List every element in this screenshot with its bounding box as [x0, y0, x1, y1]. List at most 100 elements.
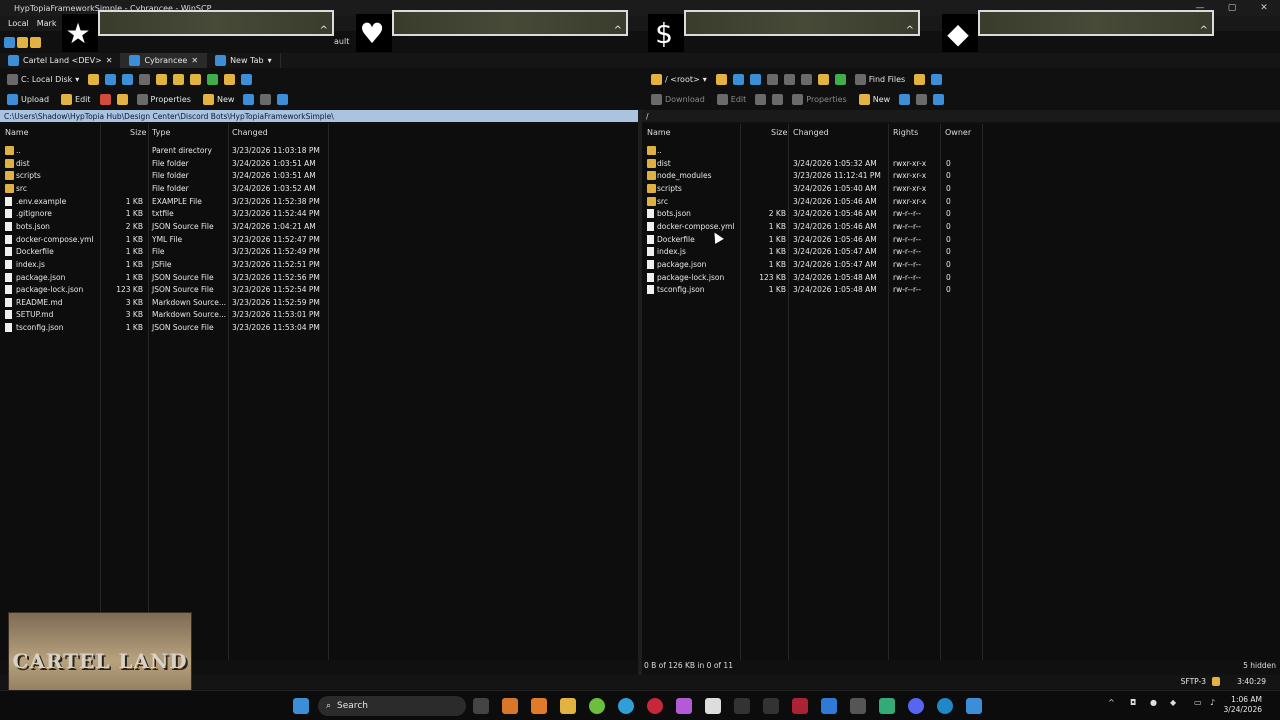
forward-icon[interactable]: [766, 74, 778, 85]
left-file-row[interactable]: .gitignore 1 KB txtfile 3/23/2026 11:52:44 …: [0, 208, 638, 221]
find-icon[interactable]: [224, 74, 236, 85]
parent-dir-icon[interactable]: [783, 74, 795, 85]
local-drive-select[interactable]: C: Local Disk ▾: [4, 73, 82, 86]
col-changed[interactable]: Changed: [232, 128, 268, 137]
refresh-icon[interactable]: [207, 74, 219, 85]
close-icon[interactable]: ✕: [191, 56, 198, 65]
left-file-row[interactable]: README.md 3 KB Markdown Source... 3/23/2026…: [0, 297, 638, 310]
unselect-icon[interactable]: [260, 94, 272, 105]
left-file-row[interactable]: scripts File folder 3/24/2026 1:03:51 AM: [0, 170, 638, 183]
delete-icon[interactable]: [755, 94, 767, 105]
col-owner[interactable]: Owner: [945, 128, 971, 137]
app-icon-3[interactable]: [676, 698, 692, 714]
right-file-row[interactable]: src 3/24/2026 1:05:46 AM rwxr-xr-x 0: [642, 196, 1280, 209]
network-icon[interactable]: ▭: [1194, 698, 1202, 707]
left-file-row[interactable]: SETUP.md 3 KB Markdown Source... 3/23/2026 …: [0, 309, 638, 322]
view-icon[interactable]: [931, 74, 943, 85]
forward-icon[interactable]: [139, 74, 151, 85]
app-icon-4[interactable]: [734, 698, 750, 714]
right-file-row[interactable]: index.js 1 KB 3/24/2026 1:05:47 AM rw-r--r-…: [642, 246, 1280, 259]
find-files-button[interactable]: Find Files: [852, 73, 909, 86]
parent-dir-icon[interactable]: [156, 74, 168, 85]
download-button[interactable]: Download: [648, 93, 708, 106]
notepad-icon[interactable]: [705, 698, 721, 714]
volume-icon[interactable]: ♪: [1210, 698, 1215, 707]
upload-button[interactable]: Upload: [4, 93, 52, 106]
unselect-icon[interactable]: [916, 94, 928, 105]
right-file-row[interactable]: bots.json 2 KB 3/24/2026 1:05:46 AM rw-r--r…: [642, 208, 1280, 221]
home-icon[interactable]: [817, 74, 829, 85]
filter-icon[interactable]: [933, 94, 945, 105]
chevron-down-icon[interactable]: ▾: [268, 56, 272, 65]
back-icon[interactable]: [122, 74, 134, 85]
tray-icon-2[interactable]: ●: [1150, 698, 1157, 707]
menu-mark[interactable]: Mark: [37, 19, 57, 28]
edit-button[interactable]: Edit: [58, 93, 94, 106]
col-name[interactable]: Name: [647, 128, 671, 137]
tab-cartel-land-dev[interactable]: Cartel Land <DEV> ✕: [0, 53, 122, 68]
tray-icon-1[interactable]: ◘: [1130, 698, 1136, 707]
app-icon-2[interactable]: [589, 698, 605, 714]
right-file-row[interactable]: node_modules 3/23/2026 11:12:41 PM rwxr-xr…: [642, 170, 1280, 183]
left-file-row[interactable]: docker-compose.yml 1 KB YML File 3/23/2026 …: [0, 234, 638, 247]
col-changed[interactable]: Changed: [793, 128, 829, 137]
open-folder-icon[interactable]: [88, 74, 100, 85]
new-button[interactable]: New: [200, 93, 237, 106]
right-file-row[interactable]: tsconfig.json 1 KB 3/24/2026 1:05:48 AM rw-…: [642, 284, 1280, 297]
tray-chevron-icon[interactable]: ^: [1108, 698, 1115, 707]
app-icon-8[interactable]: [966, 698, 982, 714]
left-file-row[interactable]: dist File folder 3/24/2026 1:03:51 AM: [0, 158, 638, 171]
sync-icon[interactable]: [30, 36, 41, 48]
right-file-row[interactable]: Dockerfile 1 KB 3/24/2026 1:05:46 AM rw-r--…: [642, 234, 1280, 247]
app-icon-1[interactable]: [502, 698, 518, 714]
app-icon-7[interactable]: [850, 698, 866, 714]
home-icon[interactable]: [190, 74, 202, 85]
delete-icon[interactable]: [99, 94, 111, 105]
left-file-row[interactable]: package-lock.json 123 KB JSON Source File 3…: [0, 284, 638, 297]
clock[interactable]: 1:06 AM 3/24/2026: [1224, 695, 1262, 715]
left-file-row[interactable]: .. Parent directory 3/23/2026 11:03:18 PM: [0, 145, 638, 158]
right-file-row[interactable]: scripts 3/24/2026 1:05:40 AM rwxr-xr-x 0: [642, 183, 1280, 196]
menu-local[interactable]: Local: [8, 19, 29, 28]
open-folder-icon[interactable]: [715, 74, 727, 85]
remote-dir-select[interactable]: / <root> ▾: [648, 73, 710, 86]
col-size[interactable]: Size: [130, 128, 146, 137]
vscode-icon[interactable]: [821, 698, 837, 714]
root-dir-icon[interactable]: [800, 74, 812, 85]
rename-icon[interactable]: [116, 94, 128, 105]
select-icon[interactable]: [899, 94, 911, 105]
col-size[interactable]: Size: [771, 128, 787, 137]
tree-icon[interactable]: [914, 74, 926, 85]
left-file-row[interactable]: .env.example 1 KB EXAMPLE File 3/23/2026 11…: [0, 196, 638, 209]
left-file-pane[interactable]: Name Size Type Changed .. Parent director…: [0, 124, 638, 660]
col-name[interactable]: Name: [5, 128, 29, 137]
edit-button[interactable]: Edit: [714, 93, 750, 106]
tab-cybrancee[interactable]: Cybrancee ✕: [121, 53, 208, 68]
task-view-icon[interactable]: [473, 698, 489, 714]
discord-icon[interactable]: [908, 698, 924, 714]
col-rights[interactable]: Rights: [893, 128, 918, 137]
right-file-row[interactable]: dist 3/24/2026 1:05:32 AM rwxr-xr-x 0: [642, 158, 1280, 171]
folder-icon[interactable]: [17, 36, 28, 48]
edge-icon[interactable]: [937, 698, 953, 714]
rename-icon[interactable]: [772, 94, 784, 105]
filter-icon[interactable]: [732, 74, 744, 85]
properties-button[interactable]: Properties: [789, 93, 849, 106]
filter-icon[interactable]: [277, 94, 289, 105]
close-icon[interactable]: ✕: [106, 56, 113, 65]
taskbar-search[interactable]: ⌕ Search: [318, 696, 466, 716]
tab-new[interactable]: New Tab ▾: [207, 53, 281, 68]
properties-button[interactable]: Properties: [134, 93, 194, 106]
right-file-row[interactable]: package.json 1 KB 3/24/2026 1:05:47 AM rw-r…: [642, 259, 1280, 272]
left-file-row[interactable]: tsconfig.json 1 KB JSON Source File 3/23/20…: [0, 322, 638, 335]
right-file-row[interactable]: ..: [642, 145, 1280, 158]
left-file-row[interactable]: Dockerfile 1 KB File 3/23/2026 11:52:49 PM: [0, 246, 638, 259]
winscp-icon[interactable]: [879, 698, 895, 714]
file-explorer-icon[interactable]: [560, 698, 576, 714]
left-file-row[interactable]: src File folder 3/24/2026 1:03:52 AM: [0, 183, 638, 196]
root-dir-icon[interactable]: [173, 74, 185, 85]
right-file-row[interactable]: package-lock.json 123 KB 3/24/2026 1:05:48…: [642, 272, 1280, 285]
maximize-button[interactable]: ▢: [1216, 0, 1248, 16]
col-type[interactable]: Type: [152, 128, 170, 137]
right-file-pane[interactable]: Name Size Changed Rights Owner .. dist 3/2…: [642, 124, 1280, 660]
